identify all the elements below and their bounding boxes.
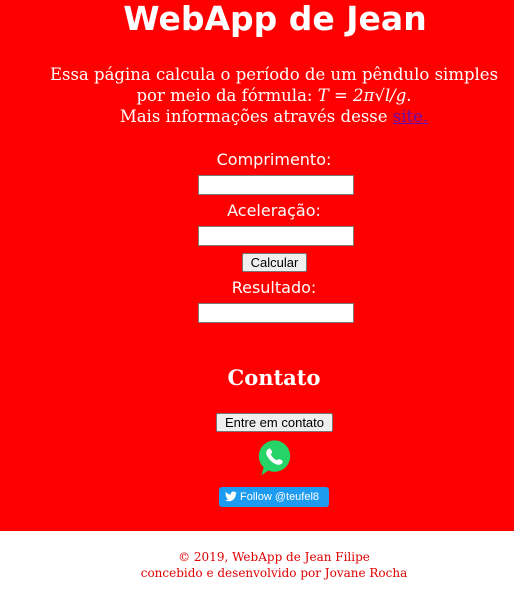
credits-text: concebido e desenvolvido por Jovane Roch… — [140, 566, 408, 580]
calculate-button[interactable]: Calcular — [242, 253, 307, 272]
footer: © 2019, WebApp de Jean Filipe concebido … — [0, 549, 514, 581]
main-section: WebApp de Jean Essa página calcula o per… — [0, 0, 514, 531]
intro-text: Essa página calcula o período de um pênd… — [0, 64, 514, 127]
length-input[interactable] — [198, 175, 354, 195]
contact-title: Contato — [227, 365, 321, 390]
length-label: Comprimento: — [216, 150, 332, 169]
more-info-link[interactable]: site. — [393, 107, 428, 126]
copyright-text: © 2019, WebApp de Jean Filipe — [178, 550, 370, 564]
intro-line-3: Mais informações através desse site. — [0, 106, 514, 127]
intro-line-3-prefix: Mais informações através desse — [119, 107, 393, 126]
pendulum-formula: T = 2π√l/g — [317, 86, 407, 105]
intro-line-2-suffix: . — [406, 86, 412, 105]
acceleration-input[interactable] — [198, 226, 354, 246]
twitter-follow-button[interactable]: Follow @teufel8 — [219, 487, 329, 507]
acceleration-label: Aceleração: — [227, 201, 321, 220]
intro-line-2: por meio da fórmula: T = 2π√l/g. — [0, 85, 514, 106]
result-label: Resultado: — [231, 278, 317, 297]
whatsapp-icon[interactable] — [256, 439, 293, 476]
twitter-follow-label: Follow @teufel8 — [240, 491, 320, 503]
intro-line-1: Essa página calcula o período de um pênd… — [49, 65, 499, 84]
page-title: WebApp de Jean — [123, 0, 427, 38]
contact-button[interactable]: Entre em contato — [216, 413, 333, 432]
result-field[interactable] — [198, 303, 354, 323]
twitter-bird-icon — [225, 491, 237, 502]
intro-line-2-prefix: por meio da fórmula: — [136, 86, 318, 105]
